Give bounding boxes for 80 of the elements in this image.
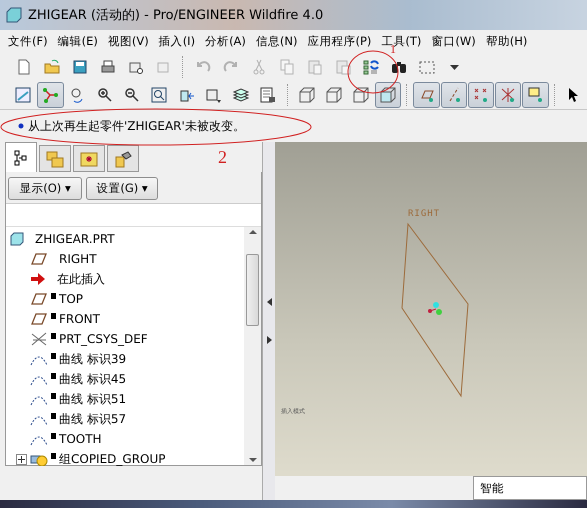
tree-item[interactable]: 曲线 标识51 (6, 389, 244, 409)
menu-item[interactable]: 文件(F) (3, 34, 53, 49)
tree-item-label: TOOTH (59, 432, 102, 446)
menu-item[interactable]: 窗口(W) (426, 34, 481, 49)
scroll-down-icon[interactable] (248, 458, 256, 463)
filter-field[interactable] (6, 203, 261, 227)
tree-item[interactable]: 曲线 标识57 (6, 409, 244, 429)
no-hidden-cube-icon (352, 86, 370, 104)
bullet-icon (18, 123, 24, 129)
navigator-tab[interactable] (5, 142, 37, 172)
menu-item[interactable]: 帮助(H) (480, 34, 532, 49)
annotation-icon (526, 86, 545, 104)
collapse-left-icon[interactable] (266, 298, 272, 306)
tree-item[interactable]: 在此插入 (6, 269, 244, 289)
filter-selector[interactable]: 智能 (473, 476, 587, 500)
refit-icon (150, 86, 168, 104)
view-manager-icon (259, 86, 278, 104)
connections-icon (114, 150, 132, 168)
tree-item[interactable]: TOOTH (6, 429, 244, 449)
menu-item[interactable]: 插入(I) (154, 34, 200, 49)
wireframe-cube-icon (298, 86, 316, 104)
shaded-cube-icon (379, 86, 398, 104)
dropdown-button[interactable]: 设置(G) ▾ (86, 177, 158, 200)
menu-item[interactable]: 分析(A) (200, 34, 251, 49)
repaint-icon (14, 86, 32, 104)
spin-center-icon (41, 86, 60, 104)
datum-label: RIGHT (408, 209, 440, 219)
hidden-line-cube-icon (324, 86, 343, 104)
toolbar-button[interactable] (522, 82, 549, 108)
part-icon (6, 7, 22, 23)
datum-plane-icon (30, 253, 48, 265)
tree-item-label: FRONT (59, 312, 100, 326)
tree-item-label: RIGHT (59, 252, 97, 266)
tree-item-label: TOP (59, 292, 84, 306)
layers-icon (232, 86, 250, 104)
insert-arrow-icon (30, 273, 46, 285)
window-title: ZHIGEAR (活动的) - Pro/ENGINEER Wildfire 4.0 (28, 7, 324, 24)
datum-plane-icon (30, 313, 48, 325)
coordinate-system-icon (30, 331, 48, 347)
tree-item[interactable]: ZHIGEAR.PRT (6, 229, 244, 249)
tree-item-label: ZHIGEAR.PRT (35, 232, 115, 246)
tree-item-label: 曲线 标识57 (59, 410, 126, 428)
tree-item-label: 组COPIED_GROUP (59, 450, 166, 468)
zoom-out-icon (123, 86, 142, 104)
menu-item[interactable]: 信息(N) (250, 34, 302, 49)
scrollbar-thumb[interactable] (246, 254, 259, 326)
expand-right-icon[interactable] (266, 336, 272, 344)
zoom-in-icon (96, 86, 114, 104)
datum-plane-icon (30, 293, 48, 305)
folders-icon (46, 150, 64, 168)
tree-item[interactable]: 曲线 标识45 (6, 369, 244, 389)
tree-item-label: PRT_CSYS_DEF (59, 332, 148, 346)
tree-item-label: 在此插入 (57, 270, 105, 288)
dropdown-button[interactable]: 显示(O) ▾ (8, 177, 82, 200)
menu-item[interactable]: 视图(V) (102, 34, 154, 49)
paste-icon (334, 58, 352, 76)
scroll-up-icon[interactable] (248, 229, 256, 234)
favorites-folder-icon (80, 150, 98, 166)
menu-item[interactable]: 应用程序(P) (302, 34, 376, 49)
tree-item-label: 曲线 标识39 (59, 350, 126, 368)
help-pointer-icon (568, 88, 579, 102)
annotation-number: 2 (218, 147, 227, 168)
tree-item-label: 曲线 标识45 (59, 370, 126, 388)
folder-icon (42, 58, 60, 76)
menu-item[interactable]: 编辑(E) (52, 34, 103, 49)
caret-icon (450, 64, 459, 70)
tree-item[interactable]: FRONT (6, 309, 244, 329)
tree-item[interactable]: RIGHT (6, 249, 244, 269)
copy-icon (278, 58, 296, 76)
tree-item[interactable]: TOP (6, 289, 244, 309)
navigator-tab[interactable] (107, 145, 139, 172)
tree-item-label: 曲线 标识51 (59, 390, 126, 408)
toolbar-button[interactable] (375, 82, 402, 108)
part-icon (10, 232, 24, 246)
model-tree-icon (14, 150, 28, 166)
tree-item[interactable]: 曲线 标识39 (6, 349, 244, 369)
tree-item[interactable]: PRT_CSYS_DEF (6, 329, 244, 349)
paste-icon (306, 58, 324, 76)
regenerate-icon (362, 58, 380, 76)
expand-icon[interactable] (16, 454, 27, 464)
